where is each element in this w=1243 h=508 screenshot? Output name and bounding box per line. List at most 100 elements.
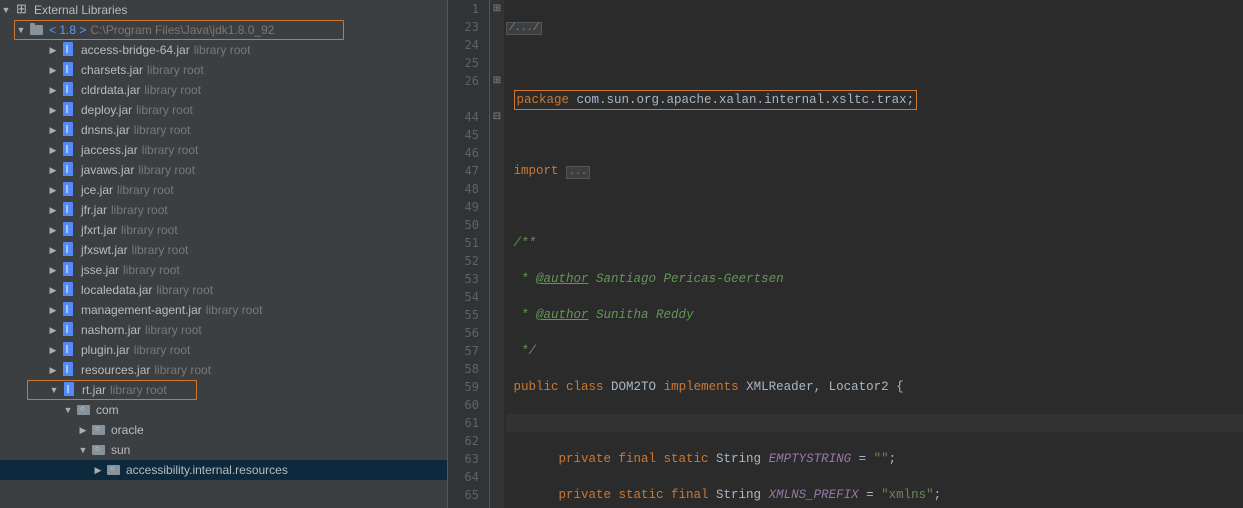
expand-arrow-icon[interactable]: ▼ xyxy=(62,405,74,415)
jar-suffix: library root xyxy=(123,263,180,277)
package-statement-highlight: package com.sun.org.apache.xalan.interna… xyxy=(514,90,918,110)
line-number: 23 xyxy=(448,18,479,36)
fold-marker xyxy=(490,36,504,54)
jar-name: management-agent.jar xyxy=(81,303,202,317)
tree-node-jar[interactable]: ▶ plugin.jar library root xyxy=(0,340,447,360)
code-editor[interactable]: 1232425264445464748495051525354555657585… xyxy=(448,0,1243,508)
jar-icon xyxy=(62,322,78,338)
fold-gutter[interactable]: ⊞ ⊞ ⊟ xyxy=(490,0,504,508)
fold-marker xyxy=(490,54,504,72)
expand-arrow-icon[interactable]: ▼ xyxy=(48,385,60,395)
project-tree-panel[interactable]: ▼ External Libraries ▼ < 1.8 > C:\Progra… xyxy=(0,0,448,508)
collapse-arrow-icon[interactable]: ▶ xyxy=(47,325,59,336)
code-area[interactable]: /.../ package com.sun.org.apache.xalan.i… xyxy=(504,0,1243,508)
tree-node-jdk[interactable]: ▼ < 1.8 > C:\Program Files\Java\jdk1.8.0… xyxy=(14,20,344,40)
collapse-arrow-icon[interactable]: ▶ xyxy=(47,225,59,236)
fold-marker xyxy=(490,234,504,252)
fold-marker xyxy=(490,450,504,468)
tree-node-jar[interactable]: ▶charsets.jarlibrary root xyxy=(0,60,447,80)
jdk-path: C:\Program Files\Java\jdk1.8.0_92 xyxy=(90,23,274,37)
collapse-arrow-icon[interactable]: ▶ xyxy=(47,145,59,156)
collapse-arrow-icon[interactable]: ▶ xyxy=(47,45,59,56)
collapse-arrow-icon[interactable]: ▶ xyxy=(47,165,59,176)
jar-suffix: library root xyxy=(134,123,191,137)
jar-icon xyxy=(62,262,78,278)
tree-node-external-libraries[interactable]: ▼ External Libraries xyxy=(0,0,447,20)
tree-node-jar[interactable]: ▶jfr.jarlibrary root xyxy=(0,200,447,220)
tree-node-jar[interactable]: ▶cldrdata.jarlibrary root xyxy=(0,80,447,100)
expand-arrow-icon[interactable]: ▼ xyxy=(15,25,27,35)
tree-node-com[interactable]: ▼ com xyxy=(0,400,447,420)
jar-icon xyxy=(62,182,78,198)
package-icon xyxy=(77,402,93,418)
collapse-arrow-icon[interactable]: ▶ xyxy=(47,285,59,296)
tree-node-oracle[interactable]: ▶ oracle xyxy=(0,420,447,440)
collapse-arrow-icon[interactable]: ▶ xyxy=(47,105,59,116)
jar-icon xyxy=(62,142,78,158)
expand-arrow-icon[interactable]: ▼ xyxy=(77,445,89,455)
collapse-arrow-icon[interactable]: ▶ xyxy=(92,465,104,476)
jar-name: plugin.jar xyxy=(81,343,130,357)
fold-marker[interactable]: ⊞ xyxy=(490,0,504,18)
fold-marker xyxy=(490,90,504,108)
jar-suffix: library root xyxy=(156,283,213,297)
jar-suffix: library root xyxy=(136,103,193,117)
pkg-label: sun xyxy=(111,443,130,457)
collapse-arrow-icon[interactable]: ▶ xyxy=(47,305,59,316)
jar-icon xyxy=(62,342,78,358)
tree-node-jar[interactable]: ▶management-agent.jarlibrary root xyxy=(0,300,447,320)
line-number: 53 xyxy=(448,270,479,288)
fold-marker[interactable]: ⊞ xyxy=(490,72,504,90)
line-number: 44 xyxy=(448,108,479,126)
line-number: 55 xyxy=(448,306,479,324)
line-number: 65 xyxy=(448,486,479,504)
collapse-arrow-icon[interactable]: ▶ xyxy=(47,85,59,96)
tree-node-jar[interactable]: ▶jsse.jarlibrary root xyxy=(0,260,447,280)
jdk-version: < 1.8 > xyxy=(49,23,86,37)
fold-marker xyxy=(490,126,504,144)
jar-suffix: library root xyxy=(134,343,191,357)
tree-node-jar[interactable]: ▶jfxswt.jarlibrary root xyxy=(0,240,447,260)
tree-node-jar[interactable]: ▶javaws.jarlibrary root xyxy=(0,160,447,180)
collapse-arrow-icon[interactable]: ▶ xyxy=(47,125,59,136)
tree-node-jar[interactable]: ▶nashorn.jarlibrary root xyxy=(0,320,447,340)
tree-node-jar[interactable]: ▶ localedata.jar library root xyxy=(0,280,447,300)
line-number: 61 xyxy=(448,414,479,432)
fold-marker xyxy=(490,360,504,378)
collapse-arrow-icon[interactable]: ▶ xyxy=(77,425,89,436)
tree-node-jar[interactable]: ▶deploy.jarlibrary root xyxy=(0,100,447,120)
collapse-arrow-icon[interactable]: ▶ xyxy=(47,245,59,256)
expand-arrow-icon[interactable]: ▼ xyxy=(0,5,12,15)
tree-node-jar[interactable]: ▶jfxrt.jarlibrary root xyxy=(0,220,447,240)
tree-node-sun[interactable]: ▼ sun xyxy=(0,440,447,460)
collapse-arrow-icon[interactable]: ▶ xyxy=(47,265,59,276)
collapse-arrow-icon[interactable]: ▶ xyxy=(47,205,59,216)
jar-suffix: library root xyxy=(142,143,199,157)
jar-icon xyxy=(62,102,78,118)
tree-node-jar[interactable]: ▶access-bridge-64.jarlibrary root xyxy=(0,40,447,60)
jar-name: jaccess.jar xyxy=(81,143,138,157)
line-number: 24 xyxy=(448,36,479,54)
fold-marker xyxy=(490,180,504,198)
folded-imports[interactable]: ... xyxy=(566,166,590,179)
tree-node-jar[interactable]: ▶ jaccess.jar library root xyxy=(0,140,447,160)
line-number: 50 xyxy=(448,216,479,234)
tree-label: External Libraries xyxy=(34,3,127,17)
jar-suffix: library root xyxy=(121,223,178,237)
tree-node-jar[interactable]: ▶jce.jarlibrary root xyxy=(0,180,447,200)
collapse-arrow-icon[interactable]: ▶ xyxy=(47,65,59,76)
folded-code[interactable]: /.../ xyxy=(506,22,542,35)
jar-name: jce.jar xyxy=(81,183,113,197)
tree-node-jar[interactable]: ▶resources.jarlibrary root xyxy=(0,360,447,380)
collapse-arrow-icon[interactable]: ▶ xyxy=(47,185,59,196)
tree-node-jar[interactable]: ▶dnsns.jarlibrary root xyxy=(0,120,447,140)
tree-node-accessibility[interactable]: ▶ accessibility.internal.resources xyxy=(0,460,447,480)
fold-marker xyxy=(490,144,504,162)
jar-name: localedata.jar xyxy=(81,283,152,297)
jar-icon xyxy=(62,42,78,58)
tree-node-rtjar[interactable]: ▼ rt.jar library root xyxy=(27,380,197,400)
collapse-arrow-icon[interactable]: ▶ xyxy=(47,365,59,376)
fold-marker xyxy=(490,486,504,504)
fold-marker[interactable]: ⊟ xyxy=(490,108,504,126)
collapse-arrow-icon[interactable]: ▶ xyxy=(47,345,59,356)
